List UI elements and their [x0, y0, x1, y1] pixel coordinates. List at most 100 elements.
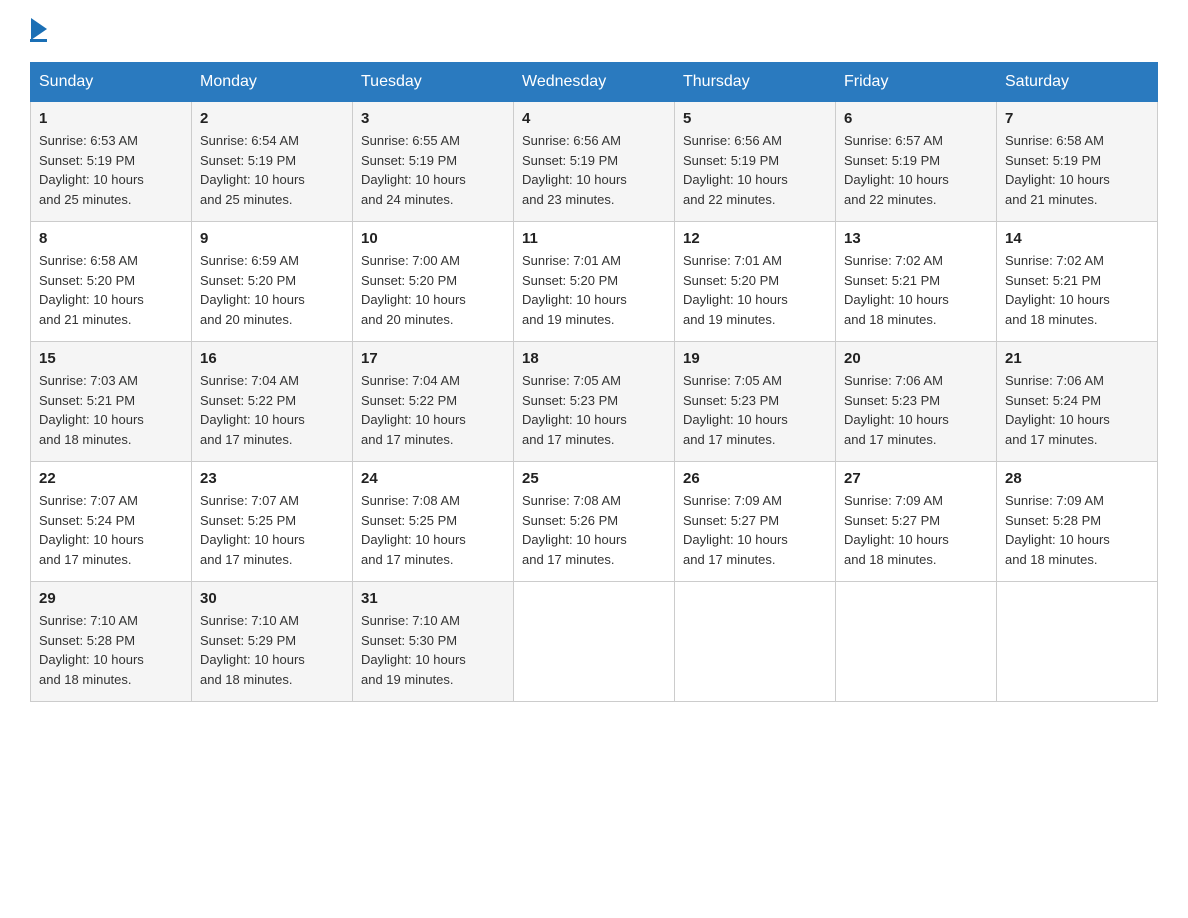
column-header-tuesday: Tuesday: [353, 63, 514, 102]
day-number: 20: [844, 350, 988, 367]
calendar-cell: 4 Sunrise: 6:56 AMSunset: 5:19 PMDaylight…: [514, 102, 675, 222]
column-header-sunday: Sunday: [31, 63, 192, 102]
calendar-cell: 25Sunrise: 7:08 AMSunset: 5:26 PMDayligh…: [514, 462, 675, 582]
day-number: 14: [1005, 230, 1149, 247]
day-info: Sunrise: 6:59 AMSunset: 5:20 PMDaylight:…: [200, 251, 344, 329]
day-number: 29: [39, 590, 183, 607]
calendar-cell: [997, 582, 1158, 702]
column-header-wednesday: Wednesday: [514, 63, 675, 102]
day-info: Sunrise: 7:07 AMSunset: 5:24 PMDaylight:…: [39, 491, 183, 569]
day-number: 16: [200, 350, 344, 367]
column-header-monday: Monday: [192, 63, 353, 102]
day-number: 18: [522, 350, 666, 367]
calendar-cell: 9 Sunrise: 6:59 AMSunset: 5:20 PMDaylight…: [192, 222, 353, 342]
page-header: [30, 20, 1158, 42]
day-info: Sunrise: 7:01 AMSunset: 5:20 PMDaylight:…: [522, 251, 666, 329]
day-info: Sunrise: 6:56 AMSunset: 5:19 PMDaylight:…: [522, 131, 666, 209]
day-number: 6: [844, 110, 988, 127]
day-number: 31: [361, 590, 505, 607]
day-info: Sunrise: 6:58 AMSunset: 5:20 PMDaylight:…: [39, 251, 183, 329]
calendar-week-row: 22 Sunrise: 7:07 AMSunset: 5:24 PMDayligh…: [31, 462, 1158, 582]
day-info: Sunrise: 6:58 AMSunset: 5:19 PMDaylight:…: [1005, 131, 1149, 209]
day-info: Sunrise: 7:06 AMSunset: 5:24 PMDaylight:…: [1005, 371, 1149, 449]
calendar-cell: 22 Sunrise: 7:07 AMSunset: 5:24 PMDayligh…: [31, 462, 192, 582]
column-header-saturday: Saturday: [997, 63, 1158, 102]
calendar-week-row: 1 Sunrise: 6:53 AMSunset: 5:19 PMDaylight…: [31, 102, 1158, 222]
day-info: Sunrise: 7:06 AMSunset: 5:23 PMDaylight:…: [844, 371, 988, 449]
calendar-header-row: SundayMondayTuesdayWednesdayThursdayFrid…: [31, 63, 1158, 102]
day-number: 3: [361, 110, 505, 127]
calendar-week-row: 29 Sunrise: 7:10 AMSunset: 5:28 PMDayligh…: [31, 582, 1158, 702]
day-info: Sunrise: 7:03 AMSunset: 5:21 PMDaylight:…: [39, 371, 183, 449]
day-number: 5: [683, 110, 827, 127]
day-number: 23: [200, 470, 344, 487]
calendar-cell: 24 Sunrise: 7:08 AMSunset: 5:25 PMDayligh…: [353, 462, 514, 582]
calendar-cell: 29 Sunrise: 7:10 AMSunset: 5:28 PMDayligh…: [31, 582, 192, 702]
day-info: Sunrise: 7:10 AMSunset: 5:28 PMDaylight:…: [39, 611, 183, 689]
calendar-table: SundayMondayTuesdayWednesdayThursdayFrid…: [30, 62, 1158, 702]
day-number: 1: [39, 110, 183, 127]
day-info: Sunrise: 7:05 AMSunset: 5:23 PMDaylight:…: [522, 371, 666, 449]
calendar-cell: 7Sunrise: 6:58 AMSunset: 5:19 PMDaylight…: [997, 102, 1158, 222]
calendar-cell: 11Sunrise: 7:01 AMSunset: 5:20 PMDayligh…: [514, 222, 675, 342]
calendar-week-row: 15 Sunrise: 7:03 AMSunset: 5:21 PMDayligh…: [31, 342, 1158, 462]
logo-triangle-icon: [31, 18, 47, 40]
calendar-cell: 5 Sunrise: 6:56 AMSunset: 5:19 PMDaylight…: [675, 102, 836, 222]
day-info: Sunrise: 6:53 AMSunset: 5:19 PMDaylight:…: [39, 131, 183, 209]
day-number: 26: [683, 470, 827, 487]
calendar-cell: 8 Sunrise: 6:58 AMSunset: 5:20 PMDaylight…: [31, 222, 192, 342]
logo: [30, 20, 47, 42]
day-info: Sunrise: 7:07 AMSunset: 5:25 PMDaylight:…: [200, 491, 344, 569]
day-number: 8: [39, 230, 183, 247]
day-info: Sunrise: 7:08 AMSunset: 5:25 PMDaylight:…: [361, 491, 505, 569]
day-number: 22: [39, 470, 183, 487]
calendar-cell: 2 Sunrise: 6:54 AMSunset: 5:19 PMDaylight…: [192, 102, 353, 222]
calendar-cell: 13Sunrise: 7:02 AMSunset: 5:21 PMDayligh…: [836, 222, 997, 342]
calendar-cell: 21 Sunrise: 7:06 AMSunset: 5:24 PMDayligh…: [997, 342, 1158, 462]
day-number: 15: [39, 350, 183, 367]
day-info: Sunrise: 7:02 AMSunset: 5:21 PMDaylight:…: [1005, 251, 1149, 329]
calendar-cell: 20 Sunrise: 7:06 AMSunset: 5:23 PMDayligh…: [836, 342, 997, 462]
calendar-week-row: 8 Sunrise: 6:58 AMSunset: 5:20 PMDaylight…: [31, 222, 1158, 342]
day-number: 30: [200, 590, 344, 607]
calendar-cell: 19Sunrise: 7:05 AMSunset: 5:23 PMDayligh…: [675, 342, 836, 462]
calendar-cell: [675, 582, 836, 702]
day-info: Sunrise: 7:09 AMSunset: 5:27 PMDaylight:…: [844, 491, 988, 569]
calendar-cell: 6 Sunrise: 6:57 AMSunset: 5:19 PMDaylight…: [836, 102, 997, 222]
day-info: Sunrise: 7:04 AMSunset: 5:22 PMDaylight:…: [200, 371, 344, 449]
day-info: Sunrise: 7:04 AMSunset: 5:22 PMDaylight:…: [361, 371, 505, 449]
calendar-cell: 14 Sunrise: 7:02 AMSunset: 5:21 PMDayligh…: [997, 222, 1158, 342]
calendar-cell: 23 Sunrise: 7:07 AMSunset: 5:25 PMDayligh…: [192, 462, 353, 582]
column-header-thursday: Thursday: [675, 63, 836, 102]
day-info: Sunrise: 7:10 AMSunset: 5:30 PMDaylight:…: [361, 611, 505, 689]
calendar-cell: [514, 582, 675, 702]
day-number: 27: [844, 470, 988, 487]
calendar-cell: 26Sunrise: 7:09 AMSunset: 5:27 PMDayligh…: [675, 462, 836, 582]
day-number: 4: [522, 110, 666, 127]
day-number: 9: [200, 230, 344, 247]
day-info: Sunrise: 7:01 AMSunset: 5:20 PMDaylight:…: [683, 251, 827, 329]
day-number: 13: [844, 230, 988, 247]
day-number: 2: [200, 110, 344, 127]
calendar-cell: 27 Sunrise: 7:09 AMSunset: 5:27 PMDayligh…: [836, 462, 997, 582]
day-number: 25: [522, 470, 666, 487]
calendar-cell: 28 Sunrise: 7:09 AMSunset: 5:28 PMDayligh…: [997, 462, 1158, 582]
calendar-cell: 3 Sunrise: 6:55 AMSunset: 5:19 PMDaylight…: [353, 102, 514, 222]
calendar-cell: 12Sunrise: 7:01 AMSunset: 5:20 PMDayligh…: [675, 222, 836, 342]
day-info: Sunrise: 7:09 AMSunset: 5:28 PMDaylight:…: [1005, 491, 1149, 569]
day-number: 28: [1005, 470, 1149, 487]
day-number: 17: [361, 350, 505, 367]
day-info: Sunrise: 6:55 AMSunset: 5:19 PMDaylight:…: [361, 131, 505, 209]
calendar-cell: 17 Sunrise: 7:04 AMSunset: 5:22 PMDayligh…: [353, 342, 514, 462]
calendar-cell: 1 Sunrise: 6:53 AMSunset: 5:19 PMDaylight…: [31, 102, 192, 222]
day-number: 21: [1005, 350, 1149, 367]
column-header-friday: Friday: [836, 63, 997, 102]
day-info: Sunrise: 6:56 AMSunset: 5:19 PMDaylight:…: [683, 131, 827, 209]
day-info: Sunrise: 6:57 AMSunset: 5:19 PMDaylight:…: [844, 131, 988, 209]
day-info: Sunrise: 7:10 AMSunset: 5:29 PMDaylight:…: [200, 611, 344, 689]
calendar-cell: 30 Sunrise: 7:10 AMSunset: 5:29 PMDayligh…: [192, 582, 353, 702]
calendar-cell: 31 Sunrise: 7:10 AMSunset: 5:30 PMDayligh…: [353, 582, 514, 702]
day-info: Sunrise: 6:54 AMSunset: 5:19 PMDaylight:…: [200, 131, 344, 209]
day-number: 24: [361, 470, 505, 487]
calendar-cell: 15 Sunrise: 7:03 AMSunset: 5:21 PMDayligh…: [31, 342, 192, 462]
